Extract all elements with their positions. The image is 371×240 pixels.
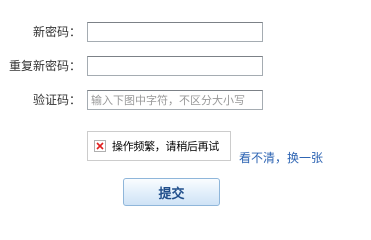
refresh-captcha-link[interactable]: 看不清，换一张 bbox=[239, 149, 323, 166]
broken-image-icon bbox=[94, 140, 106, 152]
captcha-image-alt-text: 操作频繁，请稍后再试 bbox=[112, 140, 219, 153]
confirm-password-label: 重复新密码： bbox=[8, 59, 81, 73]
submit-button[interactable]: 提交 bbox=[123, 178, 220, 206]
captcha-label: 验证码： bbox=[32, 93, 81, 107]
new-password-field[interactable] bbox=[87, 22, 263, 42]
confirm-password-field[interactable] bbox=[87, 56, 263, 76]
new-password-label: 新密码： bbox=[32, 25, 81, 39]
captcha-input[interactable] bbox=[87, 90, 263, 110]
captcha-image[interactable]: 操作频繁，请稍后再试 bbox=[87, 131, 231, 161]
